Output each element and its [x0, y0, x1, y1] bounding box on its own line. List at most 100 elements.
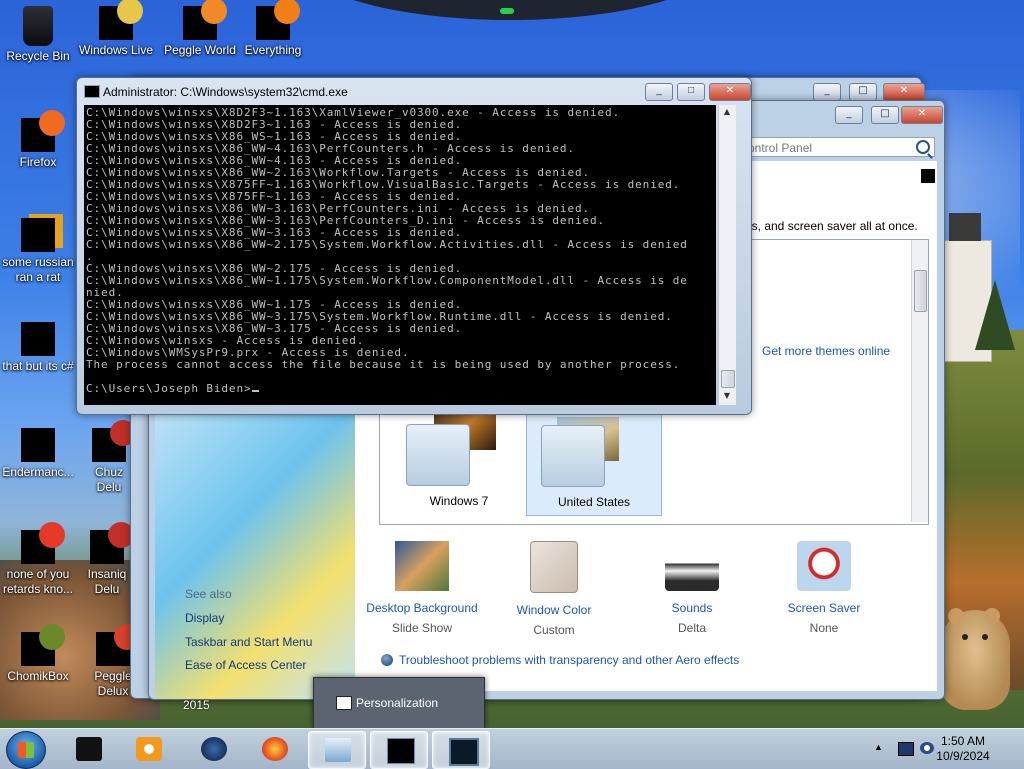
desktop-icon-label: Endermanc... [2, 465, 74, 479]
desktop-icon-firefox[interactable]: Firefox [0, 110, 76, 170]
desktop-icon-peggle-world[interactable]: Peggle World [162, 0, 238, 58]
year-label: 2015 [183, 698, 210, 712]
clock-date: 10/9/2024 [936, 749, 990, 763]
link-display[interactable]: Display [185, 611, 224, 625]
search-icon[interactable] [916, 140, 930, 154]
close-button[interactable]: ✕ [901, 106, 943, 124]
maximize-button[interactable]: □ [871, 106, 899, 124]
sidebar: See also Display Taskbar and Start Menu … [155, 409, 355, 699]
peggle-world-icon [183, 0, 227, 40]
taskbar-item-firefox[interactable] [246, 731, 302, 767]
minimize-button[interactable]: _ [645, 83, 673, 101]
option-title: Desktop Background [366, 601, 478, 615]
personalization-icon [336, 696, 352, 710]
window-icon [449, 738, 479, 766]
show-hidden-icons-icon[interactable]: ▲ [874, 742, 888, 754]
option-subtitle: Delta [677, 621, 706, 635]
desktop-icon-label: none of you retards kno... [2, 567, 74, 596]
desktop-icon-none-of-you[interactable]: none of you retards kno... [0, 522, 76, 597]
theme-options: Desktop Background Slide Show Window Col… [366, 541, 927, 641]
desktop-icon-recycle-bin[interactable]: Recycle Bin [0, 6, 76, 64]
windows-logo-icon [18, 742, 34, 758]
chomikbox-icon [21, 624, 65, 666]
scroll-down-icon[interactable]: ▼ [721, 391, 733, 403]
maximize-button[interactable]: □ [849, 83, 877, 101]
network-icon[interactable] [898, 742, 914, 756]
troubleshoot-link[interactable]: Troubleshoot problems with transparency … [381, 653, 739, 667]
sounds-option[interactable]: Sounds Delta [627, 541, 757, 635]
console-scrollbar[interactable]: ▲ ▼ [718, 105, 736, 405]
desktop-icon-windows-live[interactable]: Windows Live [78, 0, 154, 58]
console-line: C:\Users\Joseph Biden> [86, 383, 714, 395]
close-button[interactable]: ✕ [883, 83, 925, 101]
desktop-icon-label: Insaniq Delu [87, 567, 127, 596]
theme-united-states[interactable]: United States [526, 410, 662, 516]
theme-name: Windows 7 [429, 494, 489, 508]
dock-bar [300, 0, 720, 20]
hamster-gadget[interactable] [940, 608, 1010, 710]
start-button[interactable] [6, 731, 46, 769]
desktop-background-option[interactable]: Desktop Background Slide Show [357, 541, 487, 635]
cmd-title-bar[interactable]: Administrator: C:\Windows\system32\cmd.e… [77, 78, 751, 104]
maximize-button[interactable]: □ [677, 83, 705, 101]
system-tray: ▲ 1:50 AM 10/9/2024 [864, 729, 1024, 769]
globe-icon [201, 737, 227, 761]
desktop-icon-chomikbox[interactable]: ChomikBox [0, 624, 76, 684]
desktop-icon-everything[interactable]: Everything [235, 0, 311, 58]
minimize-button[interactable]: _ [835, 106, 863, 124]
desktop-icon-label: Chuz Delu [94, 465, 123, 494]
program-icon [21, 522, 65, 564]
scroll-thumb[interactable] [721, 370, 735, 388]
taskbar-item-browser[interactable] [185, 731, 241, 767]
desktop-icon-label: Peggle Delux [94, 669, 132, 698]
clock-time: 1:50 AM [940, 734, 986, 748]
taskbar-item-media-player[interactable] [120, 731, 176, 767]
search-input[interactable]: ontrol Panel [743, 137, 935, 157]
desktop-icon-chuz[interactable]: Chuz Delu [84, 420, 136, 495]
window-color-icon [530, 541, 578, 593]
theme-windows-7[interactable]: Windows 7 [392, 406, 526, 514]
taskbar-item-control-panel[interactable] [308, 731, 366, 769]
search-placeholder: ontrol Panel [748, 141, 813, 155]
help-icon[interactable] [921, 169, 935, 183]
screen-saver-option[interactable]: Screen Saver None [759, 541, 889, 635]
program-icon [90, 522, 134, 564]
cmd-title: Administrator: C:\Windows\system32\cmd.e… [103, 85, 348, 99]
option-title: Screen Saver [787, 601, 861, 615]
program-icon [21, 322, 55, 356]
desktop-icon-label: Recycle Bin [6, 49, 70, 63]
console-output[interactable]: C:\Windows\winsxs\X8D2F3~1.163\XamlViewe… [84, 105, 716, 405]
taskbar-thumbnail-preview[interactable]: Personalization [313, 677, 485, 729]
get-more-themes-link[interactable]: Get more themes online [762, 344, 890, 358]
taskbar-item-cmd[interactable] [370, 731, 428, 769]
option-subtitle: None [809, 621, 839, 635]
app-icon [76, 737, 102, 761]
theme-list-scrollbar[interactable] [911, 240, 928, 522]
window-color-option[interactable]: Window Color Custom [489, 541, 619, 637]
minimize-button[interactable]: _ [813, 83, 841, 101]
taskbar-item-window[interactable] [432, 731, 490, 769]
option-title: Sounds [671, 601, 713, 615]
desktop-icon-that-but-csharp[interactable]: that but its c# [0, 322, 76, 374]
see-also-heading: See also [185, 587, 232, 601]
desktop-icon-russian-rat[interactable]: some russian ran a rat [0, 218, 76, 285]
close-button[interactable]: ✕ [709, 83, 751, 101]
windows-live-icon [99, 0, 143, 40]
desktop-icon-endermanc[interactable]: Endermanc... [0, 428, 76, 480]
desktop-icon-insaniq[interactable]: Insaniq Delu [80, 522, 134, 597]
theme-thumbnail [406, 424, 470, 486]
console-line: C:\Windows\winsxs\X86_WW~2.175\System.Wo… [86, 238, 688, 251]
troubleshoot-icon [381, 654, 393, 666]
desktop-icon-label: Windows Live [78, 43, 154, 57]
taskbar-item-app[interactable] [60, 731, 116, 767]
link-ease-of-access[interactable]: Ease of Access Center [185, 658, 306, 672]
link-taskbar[interactable]: Taskbar and Start Menu [185, 635, 312, 649]
scroll-up-icon[interactable]: ▲ [721, 107, 733, 119]
option-subtitle: Slide Show [391, 621, 453, 635]
page-description: ls, and screen saver all at once. [749, 219, 918, 233]
cmd-window[interactable]: Administrator: C:\Windows\system32\cmd.e… [76, 77, 752, 415]
clock[interactable]: 1:50 AM 10/9/2024 [928, 734, 998, 764]
peggle-delux-icon [96, 624, 140, 666]
console-line: C:\Windows\winsxs\X86_WW~1.175\System.Wo… [86, 274, 688, 287]
program-icon [92, 420, 136, 462]
